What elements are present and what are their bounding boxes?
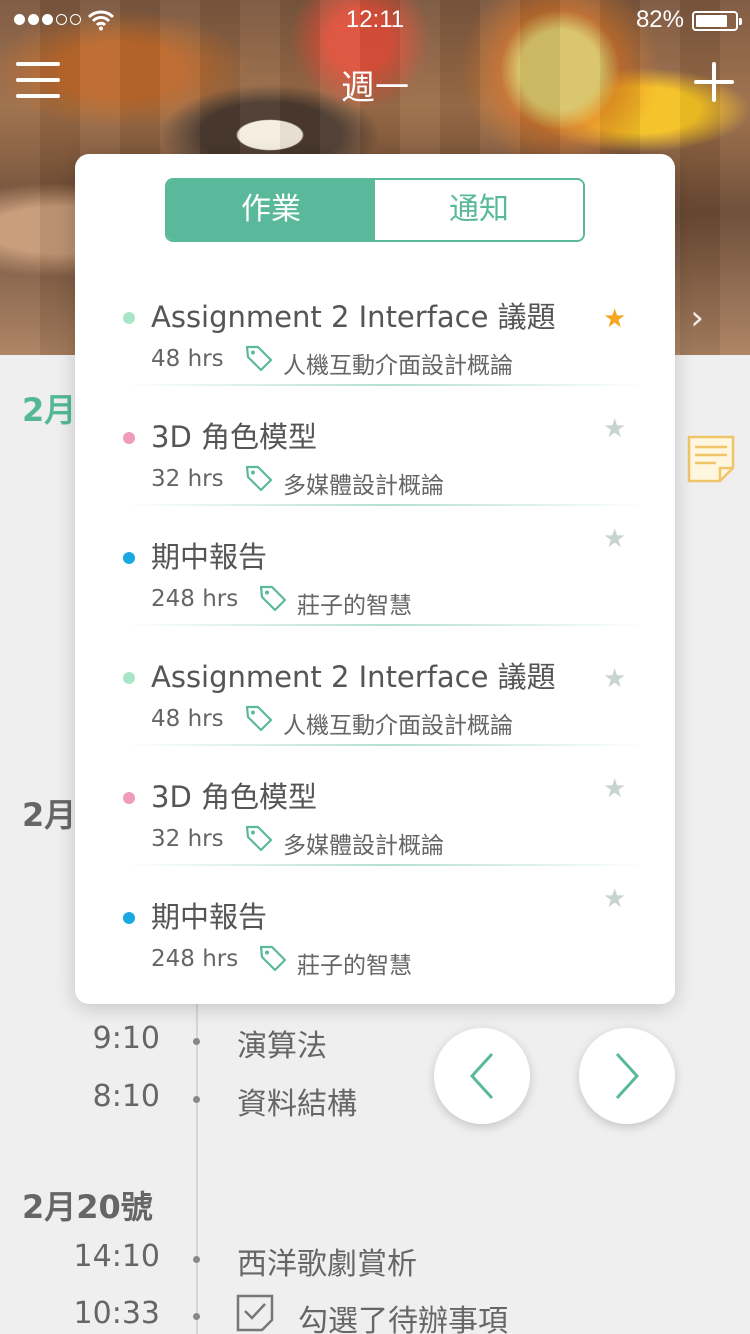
tag-icon bbox=[259, 945, 287, 972]
assignment-title: Assignment 2 Interface 議題 bbox=[151, 300, 556, 334]
timeline-event[interactable]: 14:10 西洋歌劇賞析 bbox=[0, 1239, 500, 1282]
status-bar: 12:11 82% bbox=[0, 0, 750, 40]
add-button[interactable] bbox=[694, 62, 734, 102]
assignment-hours: 48 hrs bbox=[151, 346, 224, 372]
page-title: 週一 bbox=[341, 68, 409, 108]
assignment-hours: 32 hrs bbox=[151, 466, 224, 492]
course-name: 莊子的智慧 bbox=[297, 593, 412, 619]
assignment-title: Assignment 2 Interface 議題 bbox=[151, 660, 556, 694]
event-name: 勾選了待辦事項 bbox=[298, 1304, 508, 1334]
tag-icon bbox=[259, 585, 287, 612]
tag-icon bbox=[245, 825, 273, 852]
chevron-right-icon bbox=[615, 1052, 640, 1100]
category-dot bbox=[123, 672, 135, 684]
notes-icon[interactable] bbox=[686, 434, 736, 484]
assignment-item[interactable]: 期中報告 248 hrs 莊子的智慧 ★ bbox=[75, 506, 675, 626]
timeline-event[interactable]: 8:10 資料結構 bbox=[0, 1079, 500, 1122]
event-name: 西洋歌劇賞析 bbox=[237, 1247, 417, 1282]
assignment-title: 期中報告 bbox=[151, 540, 268, 574]
course-name: 人機互動介面設計概論 bbox=[283, 713, 513, 739]
tag-icon bbox=[245, 345, 273, 372]
tag-icon bbox=[245, 705, 273, 732]
assignment-item[interactable]: Assignment 2 Interface 議題 48 hrs 人機互動介面設… bbox=[75, 626, 675, 746]
assignment-title: 3D 角色模型 bbox=[151, 420, 317, 454]
battery-percent: 82% bbox=[635, 6, 684, 33]
tag-icon bbox=[245, 465, 273, 492]
star-icon[interactable]: ★ bbox=[603, 414, 626, 444]
chevron-right-icon[interactable]: › bbox=[690, 298, 704, 338]
date-heading: 2月 bbox=[22, 796, 77, 834]
course-name: 莊子的智慧 bbox=[297, 953, 412, 979]
assignment-item[interactable]: Assignment 2 Interface 議題 48 hrs 人機互動介面設… bbox=[75, 266, 675, 386]
course-name: 多媒體設計概論 bbox=[283, 473, 444, 499]
battery-icon bbox=[692, 11, 742, 31]
category-dot bbox=[123, 552, 135, 564]
event-bullet bbox=[193, 1313, 200, 1320]
assignment-item[interactable]: 3D 角色模型 32 hrs 多媒體設計概論 ★ bbox=[75, 386, 675, 506]
event-time: 9:10 bbox=[92, 1021, 160, 1056]
tab-notifications[interactable]: 通知 bbox=[375, 180, 583, 240]
assignment-hours: 248 hrs bbox=[151, 586, 239, 612]
category-dot bbox=[123, 432, 135, 444]
chevron-left-icon bbox=[469, 1052, 494, 1100]
next-button[interactable] bbox=[579, 1028, 675, 1124]
assignment-title: 期中報告 bbox=[151, 900, 268, 934]
timeline-event[interactable]: 9:10 演算法 bbox=[0, 1021, 500, 1064]
event-name: 資料結構 bbox=[237, 1087, 357, 1122]
date-heading: 2月20號 bbox=[22, 1188, 153, 1226]
event-time: 10:33 bbox=[73, 1296, 160, 1331]
assignment-hours: 32 hrs bbox=[151, 826, 224, 852]
assignment-item[interactable]: 3D 角色模型 32 hrs 多媒體設計概論 ★ bbox=[75, 746, 675, 866]
date-heading: 2月 bbox=[22, 391, 77, 429]
event-bullet bbox=[193, 1256, 200, 1263]
star-icon[interactable]: ★ bbox=[603, 774, 626, 804]
event-bullet bbox=[193, 1038, 200, 1045]
star-icon[interactable]: ★ bbox=[603, 884, 626, 914]
event-bullet bbox=[193, 1096, 200, 1103]
course-name: 多媒體設計概論 bbox=[283, 833, 444, 859]
star-icon[interactable]: ★ bbox=[603, 524, 626, 554]
star-icon[interactable]: ★ bbox=[603, 304, 626, 334]
course-name: 人機互動介面設計概論 bbox=[283, 353, 513, 379]
assignment-title: 3D 角色模型 bbox=[151, 780, 317, 814]
assignment-hours: 48 hrs bbox=[151, 706, 224, 732]
star-icon[interactable]: ★ bbox=[603, 664, 626, 694]
category-dot bbox=[123, 312, 135, 324]
checklist-icon bbox=[236, 1294, 274, 1332]
assignment-hours: 248 hrs bbox=[151, 946, 239, 972]
tab-homework[interactable]: 作業 bbox=[167, 180, 375, 240]
event-time: 8:10 bbox=[92, 1079, 160, 1114]
previous-button[interactable] bbox=[434, 1028, 530, 1124]
event-name: 演算法 bbox=[237, 1029, 327, 1064]
event-time: 14:10 bbox=[73, 1239, 160, 1274]
assignment-item[interactable]: 期中報告 248 hrs 莊子的智慧 ★ bbox=[75, 866, 675, 986]
segmented-control: 作業 通知 bbox=[165, 178, 585, 242]
category-dot bbox=[123, 912, 135, 924]
category-dot bbox=[123, 792, 135, 804]
assignments-popup: 作業 通知 Assignment 2 Interface 議題 48 hrs 人… bbox=[75, 154, 675, 1004]
